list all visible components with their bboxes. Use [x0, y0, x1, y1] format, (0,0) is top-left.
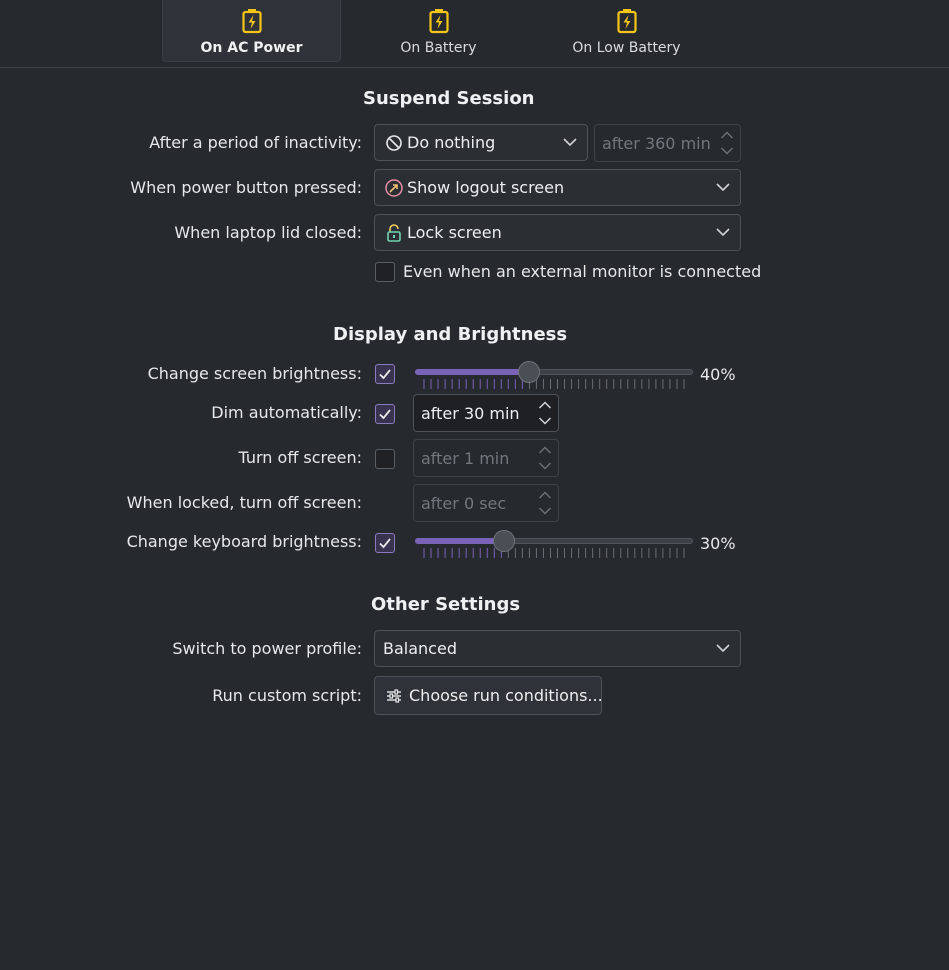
tab-on-low-battery[interactable]: On Low Battery	[537, 0, 716, 62]
slider-ticks	[423, 548, 685, 558]
lock-icon	[387, 224, 401, 242]
external-monitor-checkbox[interactable]	[375, 262, 395, 282]
slider-ticks	[423, 379, 685, 389]
dim-time-spinbox[interactable]: after 30 min	[413, 394, 559, 432]
inactivity-time-spinbox[interactable]: after 360 min	[594, 124, 741, 162]
combo-value: Do nothing	[407, 133, 496, 152]
turn-off-screen-label: Turn off screen:	[238, 448, 362, 467]
turn-off-screen-checkbox[interactable]	[375, 449, 395, 469]
spinbox-value: after 360 min	[602, 134, 711, 153]
slider-fill	[415, 369, 530, 375]
combo-value: Show logout screen	[407, 178, 565, 197]
screen-brightness-value: 40%	[700, 365, 736, 384]
locked-turn-off-spinbox[interactable]: after 0 sec	[413, 484, 559, 522]
section-title-other: Other Settings	[371, 594, 521, 615]
chevron-down-icon	[716, 183, 730, 192]
custom-script-label: Run custom script:	[212, 686, 362, 705]
chevron-down-icon	[716, 228, 730, 237]
settings-sliders-icon	[387, 689, 401, 703]
spin-arrows-icon[interactable]	[720, 130, 734, 156]
tab-label: On AC Power	[200, 40, 303, 56]
chevron-down-icon	[563, 138, 577, 147]
inactivity-action-combo[interactable]: Do nothing	[374, 124, 588, 161]
power-profile-label: Switch to power profile:	[172, 639, 362, 658]
battery-charging-icon	[428, 9, 449, 34]
keyboard-brightness-slider[interactable]	[415, 530, 693, 561]
power-button-label: When power button pressed:	[130, 178, 362, 197]
spinbox-value: after 1 min	[421, 449, 510, 468]
dim-automatically-label: Dim automatically:	[211, 403, 362, 422]
locked-turn-off-label: When locked, turn off screen:	[126, 493, 362, 512]
tab-on-ac-power[interactable]: On AC Power	[162, 0, 341, 62]
checkmark-icon	[379, 538, 391, 549]
section-title-suspend: Suspend Session	[363, 88, 535, 109]
lid-closed-combo[interactable]: Lock screen	[374, 214, 741, 251]
battery-charging-icon	[616, 9, 637, 34]
spinbox-value: after 0 sec	[421, 494, 507, 513]
power-profile-combo[interactable]: Balanced	[374, 630, 741, 667]
tab-on-battery[interactable]: On Battery	[349, 0, 528, 62]
chevron-down-icon	[716, 644, 730, 653]
tab-label: On Battery	[400, 40, 477, 56]
choose-run-conditions-button[interactable]: Choose run conditions...	[374, 676, 603, 715]
turn-off-time-spinbox[interactable]: after 1 min	[413, 439, 559, 477]
button-label: Choose run conditions...	[409, 686, 603, 705]
logout-screen-icon	[385, 179, 403, 197]
screen-brightness-checkbox[interactable]	[375, 364, 395, 384]
keyboard-brightness-value: 30%	[700, 534, 736, 553]
checkmark-icon	[379, 369, 391, 380]
keyboard-brightness-label: Change keyboard brightness:	[126, 532, 362, 551]
section-title-display: Display and Brightness	[333, 324, 568, 345]
checkmark-icon	[379, 409, 391, 420]
lid-closed-label: When laptop lid closed:	[174, 223, 362, 242]
battery-charging-icon	[241, 9, 262, 34]
slider-fill	[415, 538, 505, 544]
power-button-combo[interactable]: Show logout screen	[374, 169, 741, 206]
external-monitor-label: Even when an external monitor is connect…	[403, 262, 762, 281]
keyboard-brightness-checkbox[interactable]	[375, 533, 395, 553]
spin-arrows-icon[interactable]	[538, 445, 552, 471]
inactivity-label: After a period of inactivity:	[149, 133, 362, 152]
spinbox-value: after 30 min	[421, 404, 520, 423]
spin-arrows-icon[interactable]	[538, 400, 552, 426]
combo-value: Balanced	[383, 639, 457, 658]
spin-arrows-icon[interactable]	[538, 490, 552, 516]
screen-brightness-slider[interactable]	[415, 361, 693, 392]
prohibited-icon	[386, 135, 402, 151]
combo-value: Lock screen	[407, 223, 502, 242]
screen-brightness-label: Change screen brightness:	[147, 364, 362, 383]
tab-label: On Low Battery	[572, 40, 681, 56]
dim-automatically-checkbox[interactable]	[375, 404, 395, 424]
profile-tab-bar: On AC Power On Battery On Low Battery	[0, 0, 949, 68]
